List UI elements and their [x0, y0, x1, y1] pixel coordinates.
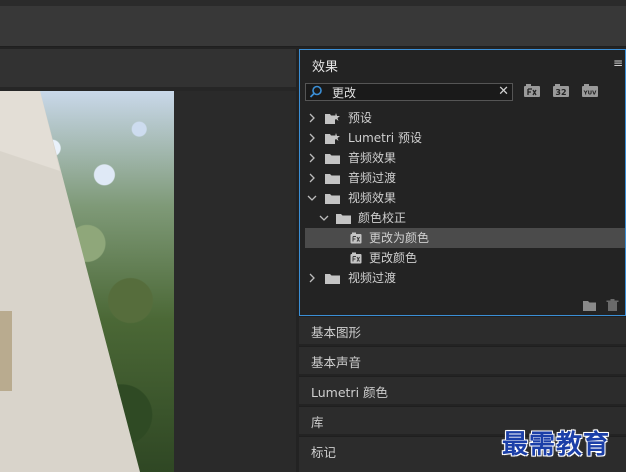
tree-item-label: 视频效果	[348, 191, 397, 205]
32bit-filter-icon[interactable]: 32	[552, 83, 570, 99]
panel-label: 标记	[311, 445, 337, 460]
program-monitor-viewport[interactable]	[0, 91, 296, 472]
tree-item-video-transitions[interactable]: 视频过渡	[305, 268, 625, 288]
tree-item-label: 音频效果	[348, 151, 397, 165]
tree-item-label: 音频过渡	[348, 171, 397, 185]
clear-search-icon[interactable]: ✕	[498, 84, 509, 99]
preset-folder-icon	[325, 133, 340, 144]
tree-item-change-color[interactable]: 更改颜色	[305, 248, 625, 268]
wall-shape	[0, 91, 140, 472]
folder-icon	[325, 194, 340, 204]
panel-lumetri-color[interactable]: Lumetri 颜色	[299, 376, 626, 404]
folder-icon	[325, 154, 340, 164]
panel-label: 库	[311, 415, 324, 430]
yuv-filter-icon[interactable]: YUV	[581, 83, 599, 99]
panel-label: 基本声音	[311, 355, 362, 370]
monitor-header	[0, 49, 296, 87]
chevron-right-icon[interactable]	[307, 108, 317, 128]
panel-menu-icon[interactable]: ≡	[613, 56, 623, 70]
tree-item-color-correction[interactable]: 颜色校正	[305, 208, 625, 228]
effects-tab[interactable]: 效果	[312, 56, 338, 75]
video-frame-image	[0, 91, 174, 472]
effects-search-box[interactable]: ✕	[305, 83, 513, 101]
32bit-badge-text: 32	[555, 88, 566, 97]
tree-item-label: 更改为颜色	[369, 231, 430, 245]
tree-item-label: 视频过渡	[348, 271, 397, 285]
tree-item-presets[interactable]: 预设	[305, 108, 625, 128]
panel-footer-actions	[583, 299, 619, 311]
effects-panel: 效果 ≡ ✕ 32 YUV 预设 Lumetri 预设	[299, 49, 626, 316]
panel-essential-graphics[interactable]: 基本图形	[299, 316, 626, 344]
chevron-right-icon[interactable]	[307, 268, 317, 288]
yuv-badge-text: YUV	[583, 91, 597, 97]
program-monitor-panel	[0, 49, 296, 472]
top-toolbar	[0, 0, 626, 47]
effect-icon	[350, 232, 362, 244]
watermark-text: 最需教育	[502, 430, 611, 460]
effects-search-input[interactable]	[332, 84, 492, 100]
chevron-right-icon[interactable]	[307, 148, 317, 168]
folder-icon	[325, 174, 340, 184]
chevron-down-icon[interactable]	[319, 208, 329, 228]
chevron-down-icon[interactable]	[307, 188, 317, 208]
preset-folder-icon	[325, 113, 340, 124]
panel-label: Lumetri 颜色	[311, 385, 389, 400]
tree-item-label: Lumetri 预设	[348, 131, 422, 145]
tree-item-audio-effects[interactable]: 音频效果	[305, 148, 625, 168]
tree-item-label: 更改颜色	[369, 251, 418, 265]
chevron-right-icon[interactable]	[307, 168, 317, 188]
effects-tree: 预设 Lumetri 预设 音频效果 音频过渡 视频效果 颜色校正 更改为颜色 …	[305, 108, 625, 288]
chevron-right-icon[interactable]	[307, 128, 317, 148]
accelerated-effects-filter-icon[interactable]	[523, 83, 541, 99]
folder-icon	[336, 214, 351, 224]
search-icon	[309, 85, 322, 98]
header-bar	[0, 6, 626, 47]
effect-icon	[350, 252, 362, 264]
new-bin-icon[interactable]	[583, 301, 596, 311]
tree-item-label: 预设	[348, 111, 373, 125]
panel-essential-sound[interactable]: 基本声音	[299, 346, 626, 374]
panel-label: 基本图形	[311, 325, 362, 340]
tree-item-label: 颜色校正	[358, 211, 407, 225]
folder-icon	[325, 274, 340, 284]
delete-icon[interactable]	[606, 299, 619, 311]
tree-item-lumetri-presets[interactable]: Lumetri 预设	[305, 128, 625, 148]
tree-item-change-to-color[interactable]: 更改为颜色	[305, 228, 625, 248]
tree-item-video-effects[interactable]: 视频效果	[305, 188, 625, 208]
tree-item-audio-transitions[interactable]: 音频过渡	[305, 168, 625, 188]
